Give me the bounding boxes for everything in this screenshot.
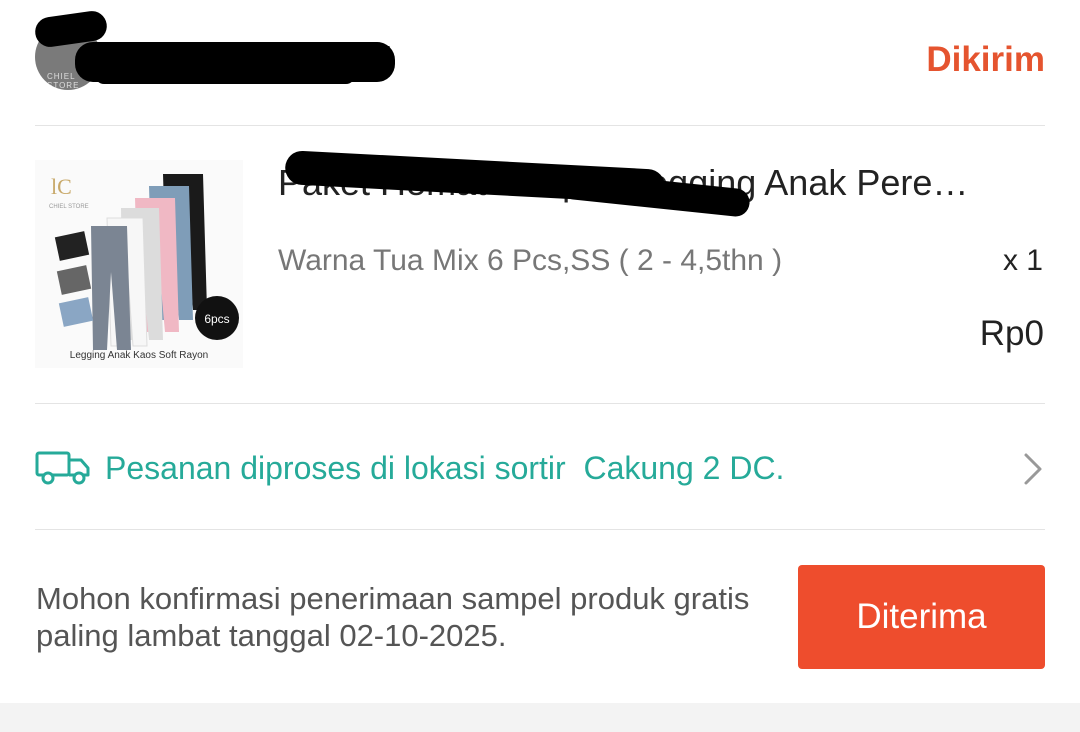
chevron-right-icon (1024, 453, 1042, 485)
divider (35, 529, 1045, 530)
svg-text:lC: lC (51, 174, 72, 199)
product-quantity: x 1 (1002, 244, 1043, 277)
redaction-mark (95, 66, 355, 84)
confirmation-message: Mohon konfirmasi penerimaan sampel produ… (36, 581, 750, 653)
product-image-caption: Legging Anak Kaos Soft Rayon (70, 350, 208, 361)
product-image[interactable]: lC CHIEL STORE 6pcs Legging Anak Kaos So… (35, 160, 243, 368)
shipping-status-row[interactable]: Pesanan diproses di lokasi sortir Cakung… (35, 436, 1045, 500)
order-card: CHIEL STORE d Dikirim lC CHIEL STORE (0, 0, 1080, 703)
shop-header[interactable]: CHIEL STORE d Dikirim (33, 9, 1045, 114)
divider (35, 125, 1045, 126)
product-variant: Warna Tua Mix 6 Pcs,SS ( 2 - 4,5thn ) (278, 244, 783, 277)
shipping-status-text: Pesanan diproses di lokasi sortir Cakung… (105, 450, 785, 486)
divider (35, 403, 1045, 404)
svg-text:CHIEL STORE: CHIEL STORE (49, 204, 89, 210)
product-badge: 6pcs (204, 312, 229, 326)
truck-icon (35, 451, 90, 485)
product-photo: lC CHIEL STORE 6pcs Legging Anak Kaos So… (35, 160, 243, 368)
order-status: Dikirim (926, 40, 1045, 79)
accept-button[interactable]: Diterima (798, 565, 1045, 669)
product-price: Rp0 (979, 314, 1044, 353)
